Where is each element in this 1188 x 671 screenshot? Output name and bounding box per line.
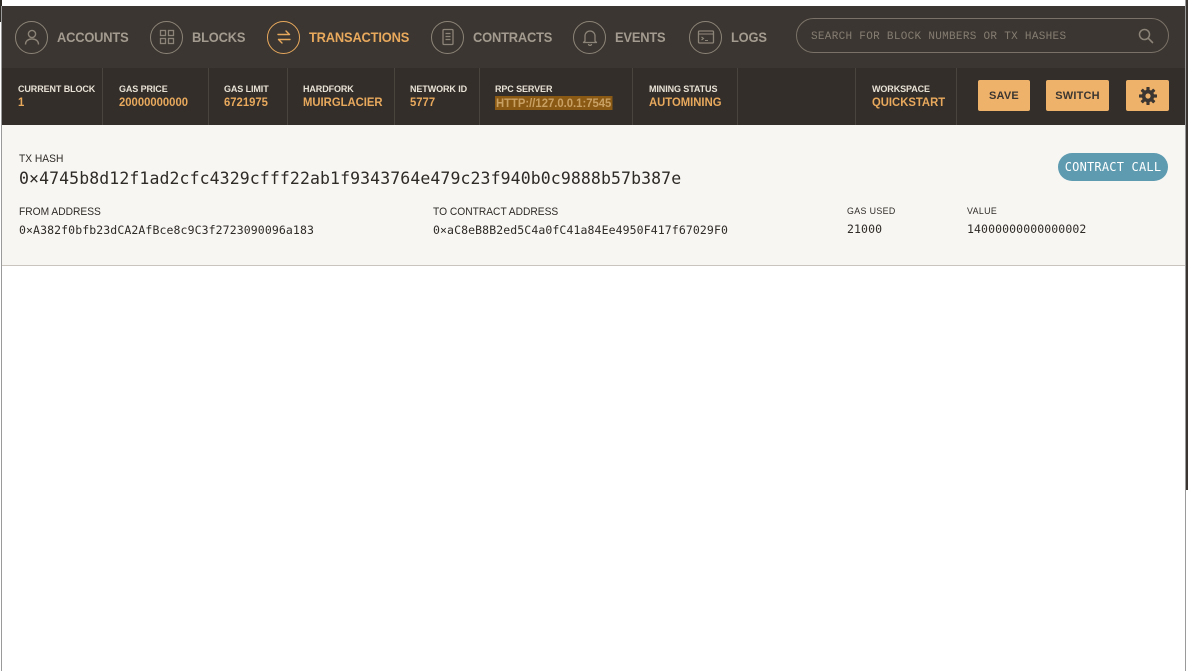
- tx-hash-label: TX HASH: [19, 153, 64, 165]
- search-input[interactable]: [809, 19, 1133, 54]
- network-id-value: 5777: [410, 95, 436, 109]
- nav-transactions-label: TRANSACTIONS: [309, 29, 410, 45]
- value-amount: 14000000000000002: [967, 222, 1087, 236]
- mining-status-label: MINING STATUS: [649, 84, 718, 94]
- search-box: [796, 18, 1169, 54]
- nav-contracts[interactable]: CONTRACTS: [431, 18, 559, 56]
- stat-gas-price: GAS PRICE 20000000000: [103, 68, 209, 125]
- network-id-label: NETWORK ID: [410, 84, 467, 94]
- workspace-label: WORKSPACE: [872, 84, 930, 94]
- nav-events[interactable]: EVENTS: [573, 18, 670, 56]
- top-navigation: ACCOUNTS BLOCKS TRANSACTIONS CONTRACTS E: [2, 6, 1186, 68]
- ganache-window: ACCOUNTS BLOCKS TRANSACTIONS CONTRACTS E: [1, 6, 1186, 671]
- gas-limit-value: 6721975: [224, 95, 268, 109]
- rpc-server-value[interactable]: HTTP://127.0.0.1:7545: [495, 96, 613, 110]
- hardfork-label: HARDFORK: [303, 84, 354, 94]
- nav-blocks-label: BLOCKS: [192, 29, 246, 45]
- nav-transactions[interactable]: TRANSACTIONS: [267, 18, 418, 56]
- stat-gas-limit: GAS LIMIT 6721975: [209, 68, 288, 125]
- nav-blocks[interactable]: BLOCKS: [150, 18, 250, 56]
- gas-used-label: GAS USED: [847, 206, 896, 217]
- nav-events-label: EVENTS: [615, 29, 666, 45]
- search-icon[interactable]: [1138, 28, 1154, 49]
- rpc-server-label: RPC SERVER: [495, 84, 553, 94]
- value-label: VALUE: [967, 206, 998, 217]
- switch-button[interactable]: SWITCH: [1046, 80, 1109, 111]
- swap-arrows-icon: [267, 20, 300, 54]
- stat-network-id: NETWORK ID 5777: [395, 68, 480, 125]
- hardfork-value: MUIRGLACIER: [303, 95, 383, 109]
- from-address-label: FROM ADDRESS: [19, 206, 101, 218]
- stat-workspace: WORKSPACE QUICKSTART: [855, 68, 957, 125]
- nav-logs[interactable]: LOGS: [689, 18, 770, 56]
- contract-call-badge: CONTRACT CALL: [1058, 153, 1168, 181]
- stat-mining-status: MINING STATUS AUTOMINING: [633, 68, 738, 125]
- user-icon: [15, 20, 48, 54]
- bell-icon: [573, 20, 606, 54]
- gas-used-value: 21000: [847, 222, 883, 236]
- terminal-icon: [689, 20, 722, 54]
- gas-price-value: 20000000000: [119, 95, 189, 109]
- nav-contracts-label: CONTRACTS: [473, 29, 553, 45]
- nav-logs-label: LOGS: [731, 29, 767, 45]
- current-block-value: 1: [18, 95, 25, 109]
- mining-status-value: AUTOMINING: [649, 95, 722, 109]
- grid-icon: [150, 20, 183, 54]
- stat-current-block: CURRENT BLOCK 1: [2, 68, 103, 125]
- workspace-value: QUICKSTART: [872, 95, 946, 109]
- gas-limit-label: GAS LIMIT: [224, 84, 269, 94]
- current-block-label: CURRENT BLOCK: [18, 84, 96, 94]
- document-icon: [431, 20, 464, 54]
- transaction-card[interactable]: TX HASH 0×4745b8d12f1ad2cfc4329cfff22ab1…: [2, 125, 1186, 266]
- gear-icon: [1138, 86, 1157, 105]
- to-contract-address-label: TO CONTRACT ADDRESS: [433, 206, 559, 218]
- status-bar: CURRENT BLOCK 1 GAS PRICE 20000000000 GA…: [2, 68, 1186, 125]
- gas-price-label: GAS PRICE: [119, 84, 168, 94]
- save-button[interactable]: SAVE: [978, 80, 1030, 111]
- from-address-value: 0×A382f0bfb23dCA2AfBce8c9C3f2723090096a1…: [19, 223, 314, 237]
- nav-accounts-label: ACCOUNTS: [57, 29, 129, 45]
- settings-button[interactable]: [1126, 80, 1169, 111]
- to-contract-address-value: 0×aC8eB8B2ed5C4a0fC41a84Ee4950F417f67029…: [433, 223, 728, 237]
- nav-accounts[interactable]: ACCOUNTS: [15, 18, 135, 56]
- stat-rpc-server: RPC SERVER HTTP://127.0.0.1:7545: [480, 68, 633, 125]
- tx-hash-value: 0×4745b8d12f1ad2cfc4329cfff22ab1f9343764…: [19, 169, 682, 188]
- stat-hardfork: HARDFORK MUIRGLACIER: [288, 68, 395, 125]
